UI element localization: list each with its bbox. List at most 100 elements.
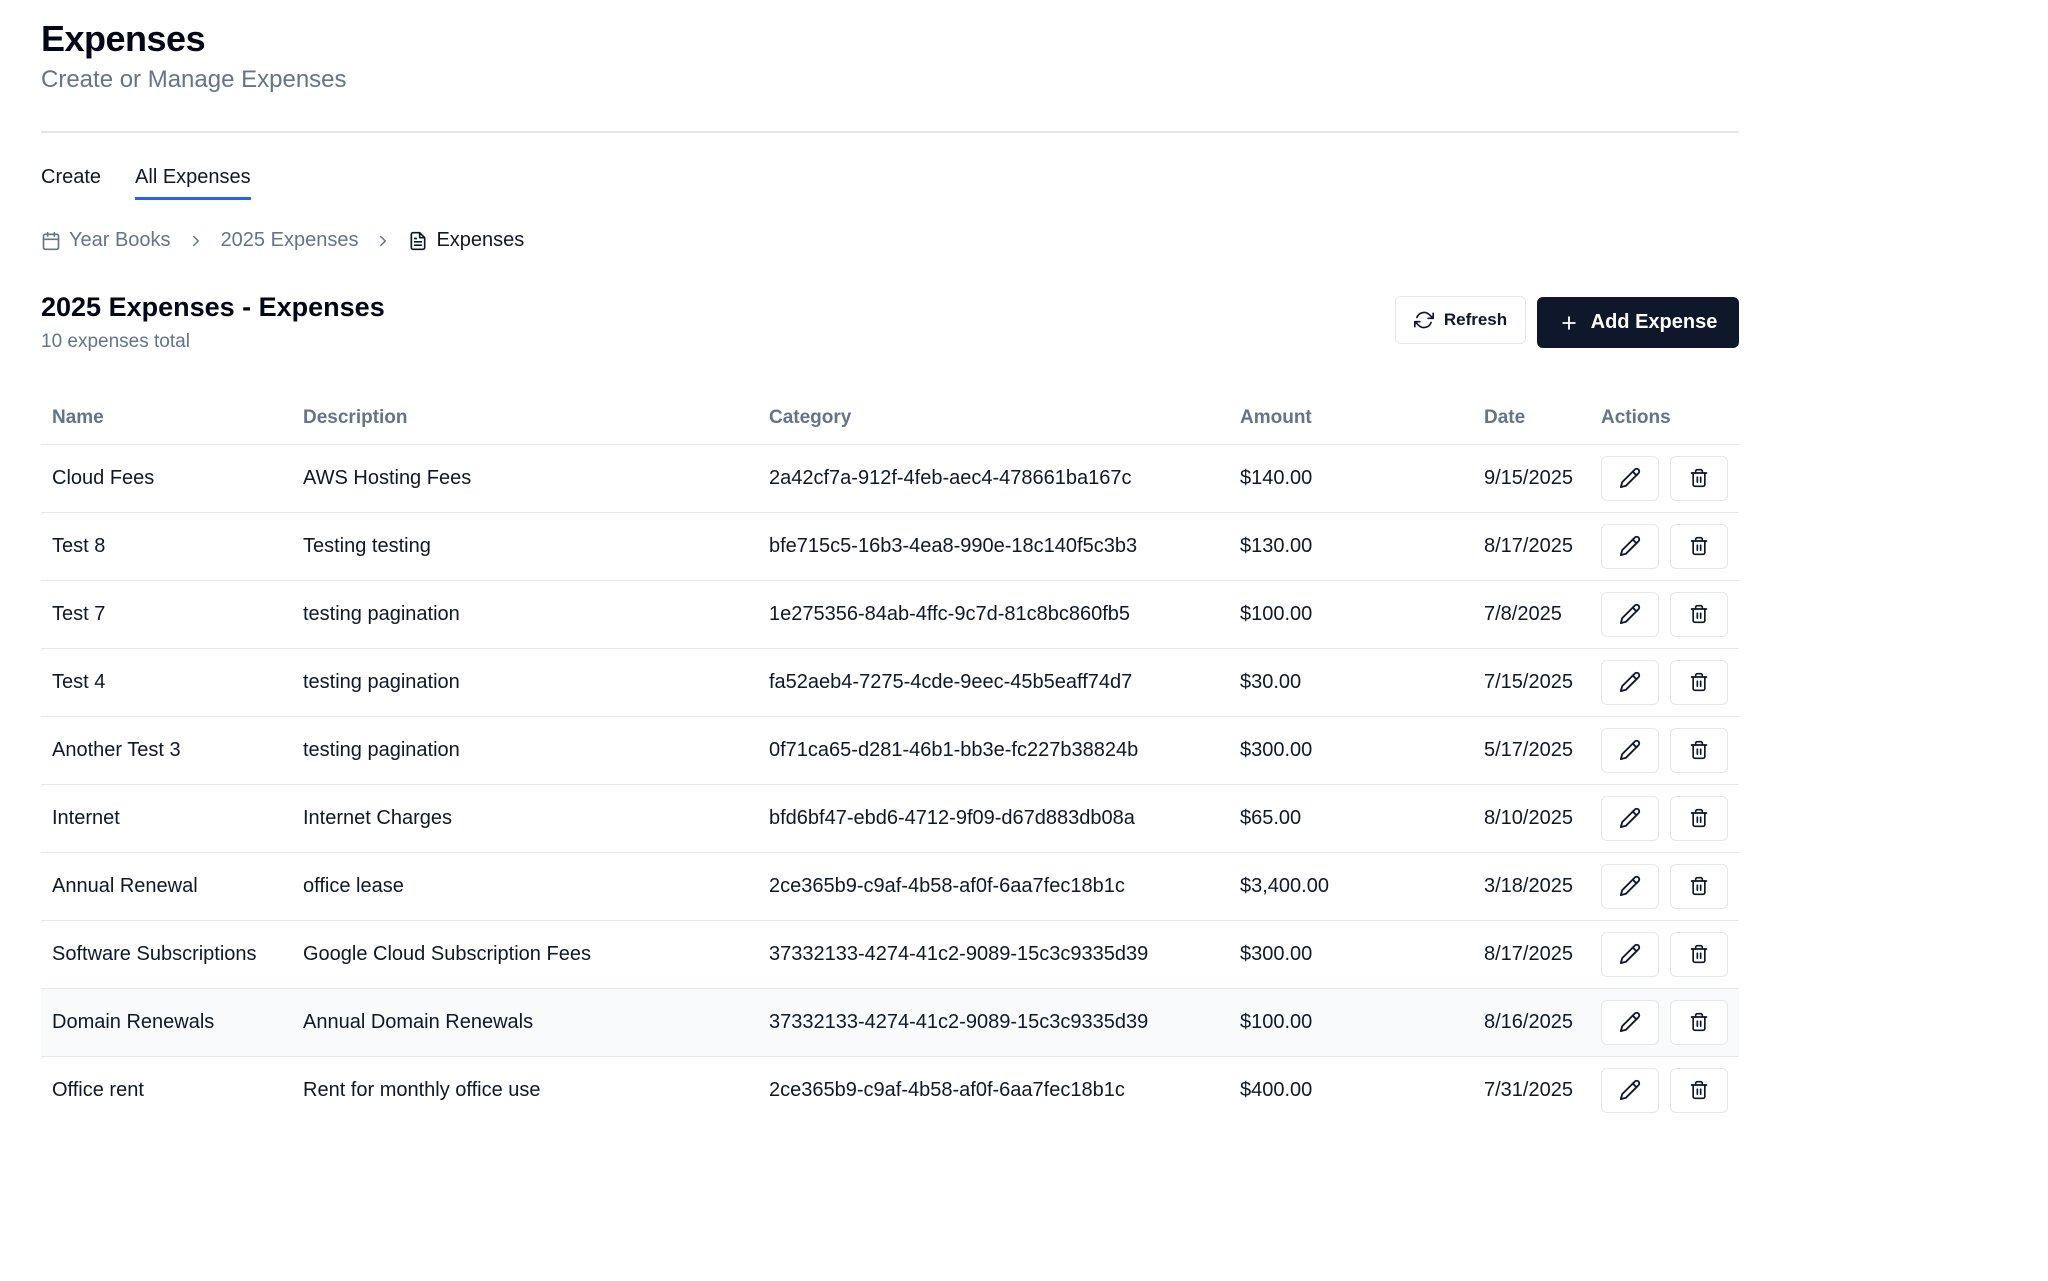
cell-date: 9/15/2025 [1473, 444, 1590, 513]
cell-name: Annual Renewal [41, 852, 292, 921]
edit-button[interactable] [1601, 931, 1659, 977]
cell-actions [1590, 648, 1739, 717]
cell-amount: $300.00 [1229, 716, 1473, 785]
breadcrumb-year-books[interactable]: Year Books [41, 229, 171, 252]
cell-date: 8/10/2025 [1473, 784, 1590, 853]
edit-button[interactable] [1601, 659, 1659, 705]
cell-name: Software Subscriptions [41, 920, 292, 989]
cell-amount: $400.00 [1240, 1078, 1313, 1101]
column-header-name[interactable]: Name [41, 392, 292, 445]
pencil-icon [1619, 875, 1641, 897]
trash-icon [1690, 876, 1708, 896]
edit-button[interactable] [1601, 523, 1659, 569]
column-header-date[interactable]: Date [1473, 392, 1590, 445]
row-actions [1601, 863, 1739, 909]
cell-amount: $100.00 [1229, 988, 1473, 1057]
refresh-icon [1413, 311, 1434, 329]
cell-category: fa52aeb4-7275-4cde-9eec-45b5eaff74d7 [758, 648, 1229, 717]
table-row[interactable]: Test 8 Testing testing bfe715c5-16b3-4ea… [41, 512, 1739, 581]
cell-description: Internet Charges [292, 784, 758, 853]
cell-category: 0f71ca65-d281-46b1-bb3e-fc227b38824b [758, 716, 1229, 785]
delete-button[interactable] [1670, 795, 1728, 841]
add-expense-button[interactable]: Add Expense [1537, 297, 1739, 348]
trash-icon [1690, 536, 1708, 556]
cell-actions [1590, 716, 1739, 785]
table-row[interactable]: Cloud Fees AWS Hosting Fees 2a42cf7a-912… [41, 444, 1739, 513]
cell-date: 8/17/2025 [1473, 920, 1590, 989]
breadcrumb-2025-expenses[interactable]: 2025 Expenses [221, 229, 359, 252]
page-subtitle: Create or Manage Expenses [41, 66, 347, 93]
cell-date: 5/17/2025 [1473, 716, 1590, 785]
delete-button[interactable] [1670, 727, 1728, 773]
add-expense-label: Add Expense [1590, 311, 1718, 333]
row-actions [1601, 999, 1739, 1045]
table-row[interactable]: Internet Internet Charges bfd6bf47-ebd6-… [41, 784, 1739, 853]
row-actions [1601, 795, 1739, 841]
cell-name: Test 4 [41, 648, 292, 717]
table-row[interactable]: Software Subscriptions Google Cloud Subs… [41, 920, 1739, 989]
cell-date: 3/18/2025 [1473, 852, 1590, 921]
cell-category: bfe715c5-16b3-4ea8-990e-18c140f5c3b3 [758, 512, 1229, 581]
breadcrumb-label: 2025 Expenses [220, 229, 359, 251]
pencil-icon [1619, 807, 1641, 829]
refresh-label: Refresh [1443, 310, 1508, 329]
plus-icon [1561, 315, 1576, 330]
trash-icon [1690, 1012, 1708, 1032]
column-header-category[interactable]: Category [758, 392, 1229, 445]
edit-button[interactable] [1601, 455, 1659, 501]
cell-actions [1590, 784, 1739, 853]
table-body: Cloud Fees AWS Hosting Fees 2a42cf7a-912… [41, 444, 1739, 1124]
column-header-description[interactable]: Description [292, 392, 758, 445]
trash-icon [1690, 468, 1708, 488]
table-row[interactable]: Another Test 3 testing pagination 0f71ca… [41, 716, 1739, 785]
cell-description: AWS Hosting Fees [292, 444, 758, 513]
cell-date: 7/8/2025 [1473, 580, 1590, 649]
row-actions [1601, 931, 1739, 977]
edit-button[interactable] [1601, 591, 1659, 637]
pencil-icon [1619, 943, 1641, 965]
delete-button[interactable] [1670, 1067, 1728, 1113]
delete-button[interactable] [1670, 863, 1728, 909]
table-row[interactable]: Test 7 testing pagination 1e275356-84ab-… [41, 580, 1739, 649]
section-title: 2025 Expenses - Expenses [41, 292, 385, 322]
edit-button[interactable] [1601, 863, 1659, 909]
cell-amount: $300.00 [1229, 920, 1473, 989]
edit-button[interactable] [1601, 795, 1659, 841]
cell-name: Test 7 [41, 580, 292, 649]
trash-icon [1690, 740, 1708, 760]
refresh-button[interactable]: Refresh [1395, 296, 1526, 344]
header-divider [41, 131, 1739, 133]
expense-count: 10 expenses total [41, 331, 190, 352]
delete-button[interactable] [1670, 455, 1728, 501]
table-row[interactable]: Domain Renewals Annual Domain Renewals 3… [41, 988, 1739, 1057]
cell-actions [1590, 988, 1739, 1057]
chevron-right-icon [374, 232, 392, 250]
cell-description: Annual Domain Renewals [292, 988, 758, 1057]
tab-create[interactable]: Create [41, 166, 101, 200]
cell-description: office lease [292, 852, 758, 921]
delete-button[interactable] [1670, 931, 1728, 977]
delete-button[interactable] [1670, 999, 1728, 1045]
column-header-amount[interactable]: Amount [1229, 392, 1473, 445]
cell-category: 2a42cf7a-912f-4feb-aec4-478661ba167c [758, 444, 1229, 513]
table-header-row: Name Description Category Amount Date Ac… [41, 392, 1739, 445]
chevron-right-icon [187, 232, 205, 250]
pencil-icon [1619, 671, 1641, 693]
row-actions [1601, 659, 1739, 705]
tab-all-expenses[interactable]: All Expenses [135, 166, 251, 200]
edit-button[interactable] [1601, 999, 1659, 1045]
breadcrumb-label: Expenses [436, 229, 525, 251]
cell-category: 37332133-4274-41c2-9089-15c3c9335d39 [758, 920, 1229, 989]
edit-button[interactable] [1601, 1067, 1659, 1113]
delete-button[interactable] [1670, 591, 1728, 637]
page-title: Expenses [41, 18, 206, 59]
table-row[interactable]: Test 4 testing pagination fa52aeb4-7275-… [41, 648, 1739, 717]
edit-button[interactable] [1601, 727, 1659, 773]
row-actions [1601, 1067, 1739, 1113]
cell-description: Testing testing [292, 512, 758, 581]
table-row[interactable]: Annual Renewal office lease 2ce365b9-c9a… [41, 852, 1739, 921]
table-row[interactable]: Office rent Rent for monthly office use … [41, 1056, 1739, 1124]
delete-button[interactable] [1670, 523, 1728, 569]
cell-name: Domain Renewals [41, 988, 292, 1057]
delete-button[interactable] [1670, 659, 1728, 705]
